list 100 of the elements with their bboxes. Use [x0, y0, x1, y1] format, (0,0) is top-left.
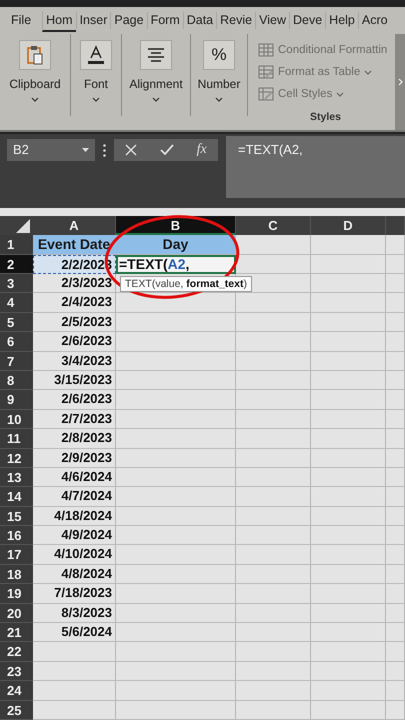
table-cell — [386, 235, 405, 255]
caret-icon — [92, 97, 100, 102]
row-header[interactable]: 8 — [0, 370, 33, 390]
table-cell: 3/4/2023 — [33, 352, 116, 371]
table-cell — [386, 506, 405, 526]
table-style-icon — [258, 43, 274, 57]
row-header[interactable]: 3 — [0, 274, 33, 294]
group-label: Clipboard — [9, 77, 61, 91]
column-header[interactable]: C — [236, 216, 311, 236]
group-label: Alignment — [129, 77, 183, 91]
row-header[interactable]: 10 — [0, 410, 33, 430]
ribbon-tab[interactable]: Page — [110, 12, 147, 29]
ribbon-tab[interactable]: Deve — [288, 12, 326, 29]
table-cell: 2/9/2023 — [33, 448, 116, 468]
table-cell — [386, 487, 405, 507]
ribbon-tab[interactable]: Help — [325, 12, 358, 29]
table-cell: 4/10/2024 — [33, 545, 116, 565]
table-cell: 2/5/2023 — [33, 312, 116, 332]
check-icon — [160, 144, 174, 156]
table-cell — [386, 274, 405, 294]
table-cell: Day — [116, 235, 236, 255]
ribbon-button[interactable] — [140, 40, 172, 70]
function-tooltip: TEXT(value, format_text) — [120, 276, 252, 292]
row-header[interactable]: 2 — [0, 254, 33, 274]
chevron-right-icon — [398, 78, 402, 86]
formula-field[interactable]: =TEXT(A2, — [226, 136, 405, 198]
group-label: Font — [84, 77, 108, 91]
ribbon-button[interactable]: % — [203, 40, 235, 70]
table-cell: 3/15/2023 — [33, 370, 116, 390]
table-cell — [386, 662, 405, 682]
caret-icon — [31, 97, 39, 102]
row-header[interactable]: 21 — [0, 623, 33, 642]
table-cell — [386, 642, 405, 662]
row-header[interactable]: 15 — [0, 506, 33, 526]
table-cell — [386, 352, 405, 371]
ribbon-tab[interactable]: Data — [182, 12, 216, 29]
ribbon-tab[interactable]: Revie — [216, 12, 256, 29]
table-cell — [386, 312, 405, 332]
ribbon-tab[interactable]: View — [255, 12, 289, 29]
row-header[interactable]: 7 — [0, 352, 33, 371]
table-cell — [386, 584, 405, 604]
table-cell — [386, 410, 405, 430]
caret-icon — [336, 92, 344, 96]
table-cell: 4/8/2024 — [33, 564, 116, 584]
ribbon-tab[interactable]: Inser — [76, 12, 110, 29]
table-cell: 8/3/2023 — [33, 604, 116, 624]
table-cell: 7/18/2023 — [33, 584, 116, 604]
cell-editor[interactable]: =TEXT(A2, — [116, 254, 236, 274]
clipboard-icon — [26, 45, 44, 65]
row-header[interactable]: 17 — [0, 545, 33, 565]
table-cell: 4/6/2024 — [33, 468, 116, 488]
column-header[interactable]: D — [311, 216, 386, 236]
row-header[interactable]: 20 — [0, 604, 33, 624]
table-cell — [386, 332, 405, 352]
ribbon-tab[interactable]: File — [8, 12, 42, 29]
ribbon-tab[interactable]: Hom — [42, 11, 76, 32]
table-cell: 2/8/2023 — [33, 429, 116, 449]
row-header[interactable]: 9 — [0, 390, 33, 410]
row-header[interactable]: 18 — [0, 564, 33, 584]
row-header[interactable]: 5 — [0, 312, 33, 332]
insert-function-button[interactable]: fx — [192, 140, 211, 160]
row-header[interactable]: 4 — [0, 293, 33, 313]
table-cell — [386, 254, 405, 274]
row-header[interactable]: 11 — [0, 429, 33, 449]
row-header[interactable]: 22 — [0, 642, 33, 662]
row-header[interactable]: 23 — [0, 662, 33, 682]
caret-icon — [364, 70, 372, 74]
row-header[interactable]: 13 — [0, 468, 33, 488]
percent-icon: % — [211, 45, 227, 65]
close-icon — [125, 144, 138, 156]
row-header[interactable]: 16 — [0, 526, 33, 546]
ribbon-button[interactable] — [19, 40, 51, 70]
table-cell — [386, 623, 405, 642]
table-cell — [386, 370, 405, 390]
ribbon-tab[interactable]: Form — [146, 12, 183, 29]
group-label: Number — [198, 77, 240, 91]
table-cell — [386, 545, 405, 565]
row-header[interactable]: 24 — [0, 681, 33, 701]
align-center-icon — [147, 48, 165, 62]
ribbon-tab[interactable]: Acro — [358, 12, 391, 29]
font-color-icon — [86, 45, 106, 65]
table-cell: 4/9/2024 — [33, 526, 116, 546]
row-header[interactable]: 6 — [0, 332, 33, 352]
row-header[interactable]: 14 — [0, 487, 33, 507]
ribbon-button[interactable] — [80, 40, 112, 70]
table-cell: 4/7/2024 — [33, 487, 116, 507]
table-cell — [386, 681, 405, 701]
table-cell: 2/3/2023 — [33, 274, 116, 294]
table-cell: 2/7/2023 — [33, 410, 116, 430]
table-cell — [386, 448, 405, 468]
table-cell: Event Date — [33, 235, 116, 255]
table-cell — [386, 390, 405, 410]
table-style-icon — [258, 87, 274, 101]
table-cell: 4/18/2024 — [33, 506, 116, 526]
row-header[interactable]: 19 — [0, 584, 33, 604]
row-header[interactable]: 12 — [0, 448, 33, 468]
row-header[interactable]: 1 — [0, 235, 33, 255]
table-cell — [386, 700, 405, 720]
name-box[interactable]: B2 — [7, 138, 95, 161]
row-header[interactable]: 25 — [0, 700, 33, 720]
